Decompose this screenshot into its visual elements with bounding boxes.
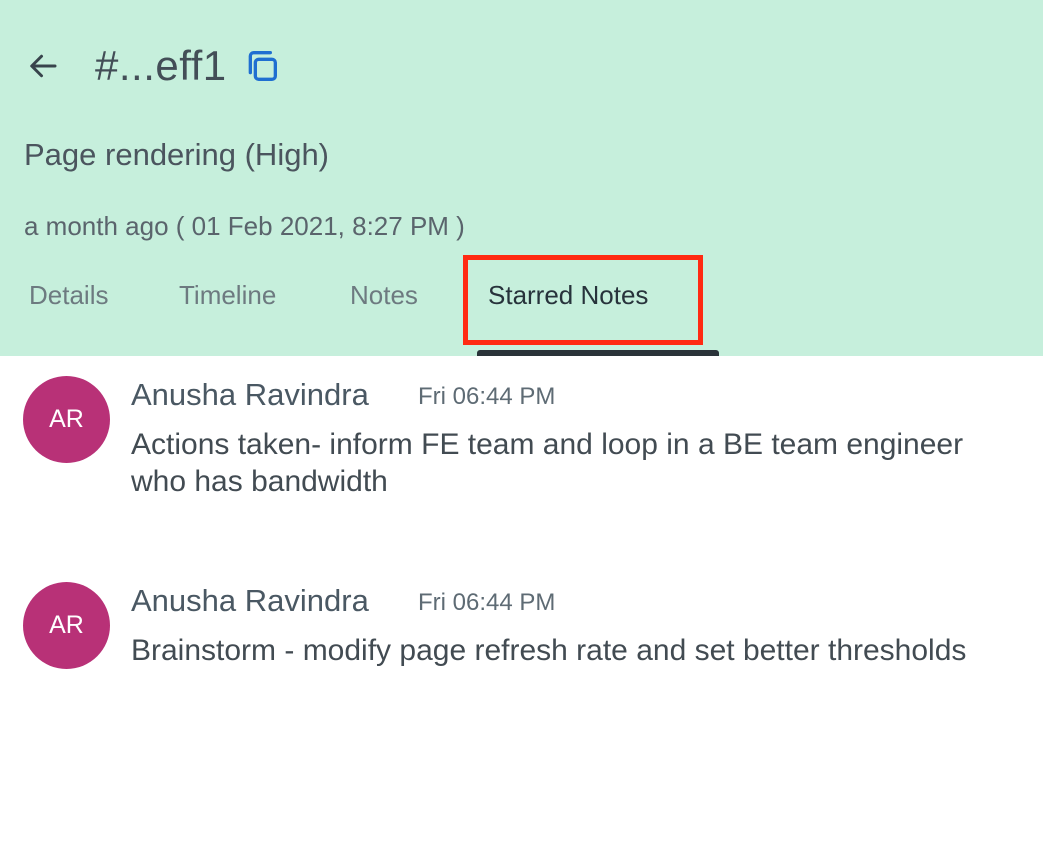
copy-button[interactable] xyxy=(240,44,284,88)
note-text: Actions taken- inform FE team and loop i… xyxy=(131,428,964,498)
back-button[interactable] xyxy=(22,44,64,88)
note-author: Anusha Ravindra xyxy=(131,377,369,412)
note-time: Fri 06:44 PM xyxy=(418,589,556,616)
tab-notes[interactable]: Notes xyxy=(350,278,418,312)
highlight-box xyxy=(463,255,703,345)
incident-timestamp: a month ago ( 01 Feb 2021, 8:27 PM ) xyxy=(24,211,465,241)
tab-details[interactable]: Details xyxy=(29,278,108,312)
avatar: AR xyxy=(23,376,110,463)
note-text: Brainstorm - modify page refresh rate an… xyxy=(131,634,967,667)
note-author: Anusha Ravindra xyxy=(131,583,369,618)
active-tab-indicator xyxy=(477,350,719,356)
note-item: AR Anusha Ravindra Fri 06:44 PM Brainsto… xyxy=(0,576,1043,736)
note-time: Fri 06:44 PM xyxy=(418,383,556,410)
note-item: AR Anusha Ravindra Fri 06:44 PM Actions … xyxy=(0,370,1043,530)
incident-id: #...eff1 xyxy=(95,42,227,89)
avatar: AR xyxy=(23,582,110,669)
copy-icon xyxy=(248,51,277,82)
incident-title: Page rendering (High) xyxy=(24,137,330,172)
arrow-left-icon xyxy=(30,54,57,78)
tab-timeline[interactable]: Timeline xyxy=(179,278,276,312)
